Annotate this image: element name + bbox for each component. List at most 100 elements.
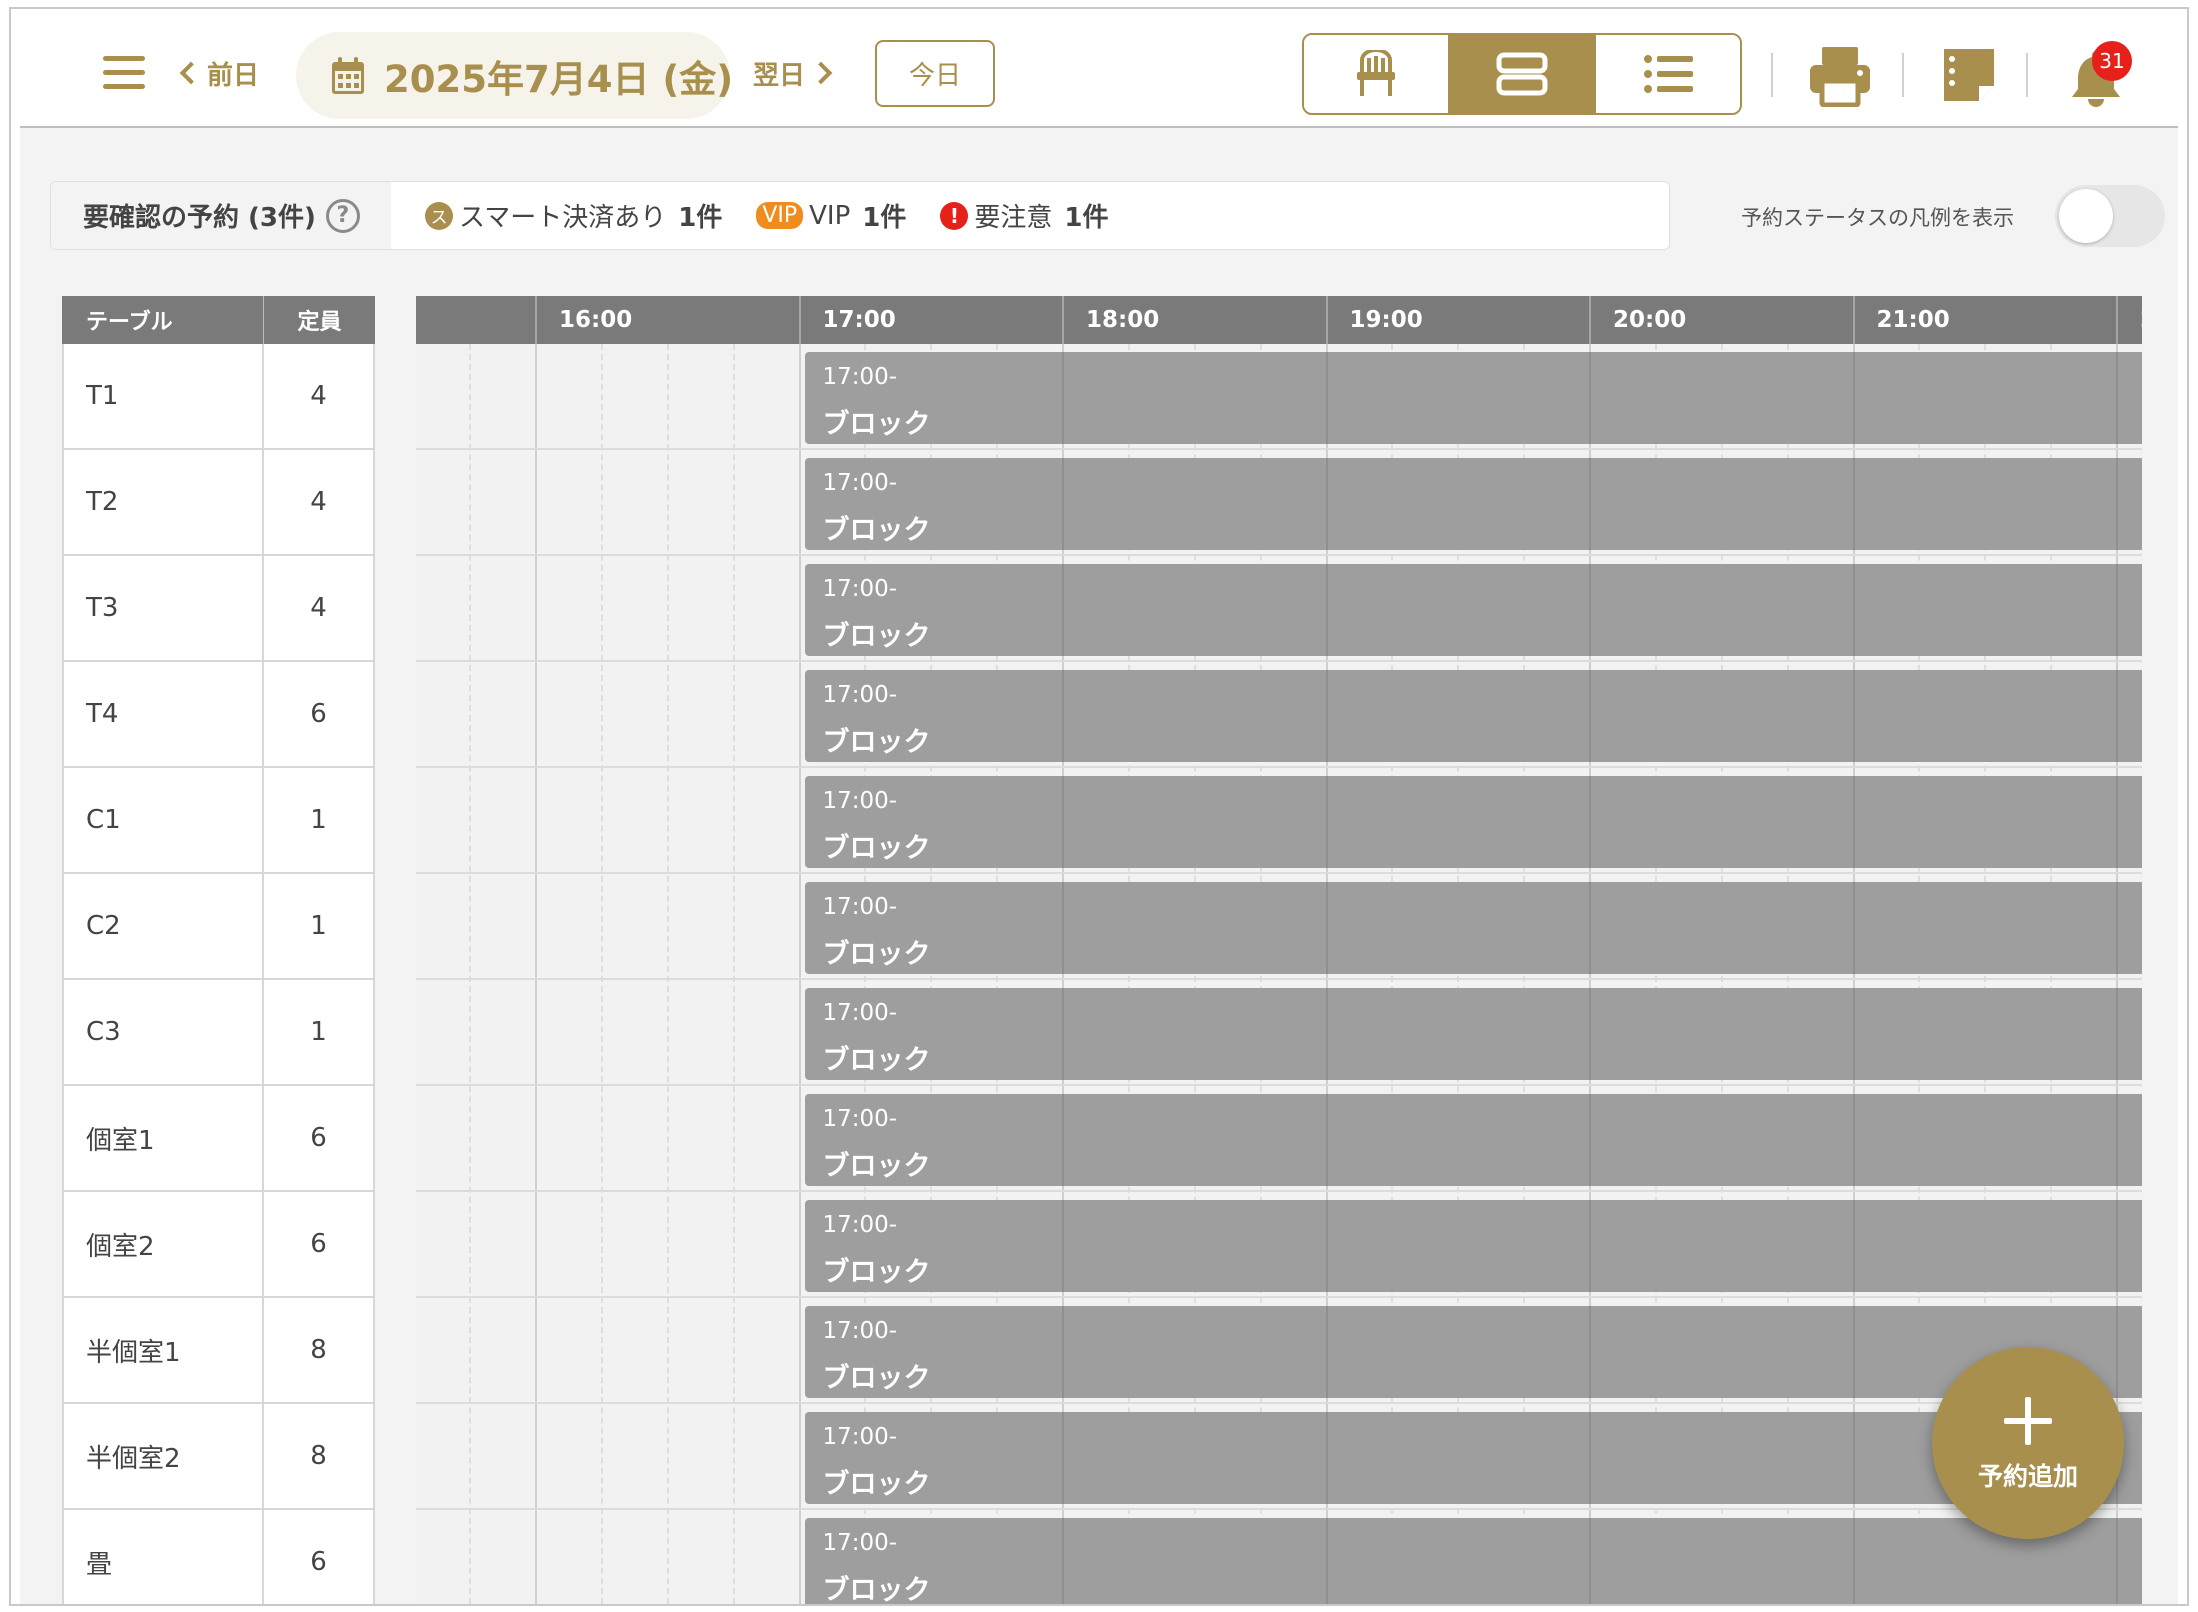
- block-label: ブロック: [822, 621, 931, 652]
- block-reservation[interactable]: 17:00- ブロック: [804, 458, 2142, 550]
- today-button[interactable]: 今日: [875, 40, 995, 107]
- block-reservation[interactable]: 17:00- ブロック: [804, 1306, 2142, 1398]
- block-hour-line: [1852, 776, 1855, 868]
- timeline-grid: 16:00 17:00 18:00 19:00 20:00 21:00 2 17:00- ブロ…: [416, 296, 2142, 1604]
- hour-label: 18:00: [1062, 296, 1159, 344]
- plus-icon: [2004, 1397, 2052, 1445]
- table-row[interactable]: 個室1 6: [62, 1086, 375, 1192]
- block-hour-line: [1589, 352, 1591, 444]
- block-time: 17:00-: [822, 470, 898, 496]
- smart-payment-icon: ス: [425, 201, 453, 230]
- next-day-button[interactable]: 翌日: [753, 52, 835, 94]
- table-row[interactable]: C2 1: [62, 874, 375, 980]
- block-reservation[interactable]: 17:00- ブロック: [804, 1518, 2142, 1604]
- table-row[interactable]: T4 6: [62, 662, 375, 768]
- block-time: 17:00-: [822, 788, 898, 814]
- block-reservation[interactable]: 17:00- ブロック: [804, 882, 2142, 974]
- toggle-knob: [2059, 189, 2113, 243]
- chair-icon: [1357, 50, 1395, 96]
- block-reservation[interactable]: 17:00- ブロック: [804, 776, 2142, 868]
- block-reservation[interactable]: 17:00- ブロック: [804, 1200, 2142, 1292]
- block-hour-line: [1852, 564, 1855, 656]
- help-icon[interactable]: ?: [325, 198, 360, 233]
- caution-filter[interactable]: ! 要注意 1件: [940, 197, 1108, 234]
- table-row[interactable]: 畳6: [62, 1510, 375, 1604]
- table-name: T1: [64, 344, 264, 448]
- block-hour-line: [1062, 882, 1064, 974]
- vip-filter[interactable]: VIP VIP 1件: [756, 197, 906, 234]
- block-hour-line: [1062, 564, 1064, 656]
- table-row[interactable]: T3 4: [62, 556, 375, 662]
- block-hour-line: [1852, 1094, 1855, 1186]
- block-hour-line: [1852, 1200, 1855, 1292]
- block-label: ブロック: [822, 1363, 931, 1394]
- table-name: T2: [64, 450, 264, 554]
- block-hour-line: [1062, 1306, 1064, 1398]
- block-hour-line: [1325, 1412, 1328, 1504]
- chevron-left-icon: [179, 61, 203, 85]
- block-hour-line: [1062, 458, 1064, 550]
- table-row[interactable]: T2 4: [62, 450, 375, 556]
- row-divider: [416, 766, 2142, 768]
- block-label: ブロック: [822, 1257, 931, 1288]
- table-row[interactable]: 個室2 6: [62, 1192, 375, 1298]
- print-button[interactable]: [1808, 45, 1872, 111]
- row-divider: [416, 872, 2142, 874]
- block-hour-line: [1589, 670, 1591, 762]
- block-time: 17:00-: [822, 1530, 898, 1556]
- table-row[interactable]: C1 1: [62, 768, 375, 874]
- caution-count: 1件: [1064, 203, 1109, 233]
- memo-button[interactable]: [1940, 45, 1998, 109]
- hour-label: 21:00: [1852, 296, 1950, 344]
- block-hour-line: [1325, 352, 1328, 444]
- table-row[interactable]: 半個室1 8: [62, 1298, 375, 1404]
- block-hour-line: [1589, 1306, 1591, 1398]
- block-reservation[interactable]: 17:00- ブロック: [804, 352, 2142, 444]
- block-time: 17:00-: [822, 1318, 898, 1344]
- block-hour-line: [1589, 1200, 1591, 1292]
- menu-icon[interactable]: [103, 56, 145, 90]
- list-icon: [1644, 55, 1693, 93]
- table-row[interactable]: C3 1: [62, 980, 375, 1086]
- printer-icon: [1810, 47, 1870, 108]
- table-row[interactable]: 半個室2 8: [62, 1404, 375, 1510]
- smart-payment-filter[interactable]: ス スマート決済あり 1件: [425, 197, 722, 234]
- list-view-button[interactable]: [1594, 35, 1740, 113]
- table-capacity: 6: [310, 1123, 327, 1153]
- block-hour-line: [1325, 988, 1328, 1080]
- warning-icon: !: [940, 201, 969, 230]
- seat-view-button[interactable]: [1304, 35, 1448, 113]
- timeline-view-button[interactable]: [1448, 35, 1594, 113]
- block-label: ブロック: [822, 515, 931, 546]
- pending-confirmation-title[interactable]: 要確認の予約 (3件) ?: [51, 182, 391, 249]
- block-hour-line: [2116, 882, 2118, 974]
- hour-label: 2: [2116, 296, 2142, 344]
- prev-day-button[interactable]: 前日: [177, 52, 259, 94]
- top-bar: 前日 2025年7月4日 (金) 翌日 今日 31: [11, 9, 2187, 126]
- table-name: C3: [64, 980, 264, 1084]
- block-hour-line: [2116, 458, 2118, 550]
- status-legend-toggle[interactable]: [2055, 185, 2165, 247]
- block-hour-line: [1852, 670, 1855, 762]
- date-picker[interactable]: 2025年7月4日 (金): [296, 32, 733, 119]
- block-reservation[interactable]: 17:00- ブロック: [804, 670, 2142, 762]
- block-hour-line: [1852, 1306, 1855, 1398]
- table-row[interactable]: T1 4: [62, 344, 375, 450]
- vip-count: 1件: [862, 203, 907, 233]
- block-reservation[interactable]: 17:00- ブロック: [804, 564, 2142, 656]
- table-capacity: 8: [310, 1441, 327, 1471]
- block-reservation[interactable]: 17:00- ブロック: [804, 1094, 2142, 1186]
- block-hour-line: [1852, 988, 1855, 1080]
- quarter-gridline: [666, 344, 669, 1604]
- block-reservation[interactable]: 17:00- ブロック: [804, 988, 2142, 1080]
- hour-gridline: [535, 344, 537, 1604]
- pending-confirmation-bar: 要確認の予約 (3件) ? ス スマート決済あり 1件 VIP VIP 1件 !…: [50, 181, 1670, 250]
- pending-confirmation-label: 要確認の予約 (3件): [83, 203, 316, 233]
- capacity-column-header: 定員: [297, 310, 342, 335]
- smart-payment-count: 1件: [678, 203, 723, 233]
- add-reservation-button[interactable]: 予約追加: [1932, 1347, 2124, 1539]
- block-label: ブロック: [822, 833, 931, 864]
- timeline-rows-icon: [1496, 52, 1548, 96]
- block-hour-line: [1589, 988, 1591, 1080]
- block-time: 17:00-: [822, 1000, 898, 1026]
